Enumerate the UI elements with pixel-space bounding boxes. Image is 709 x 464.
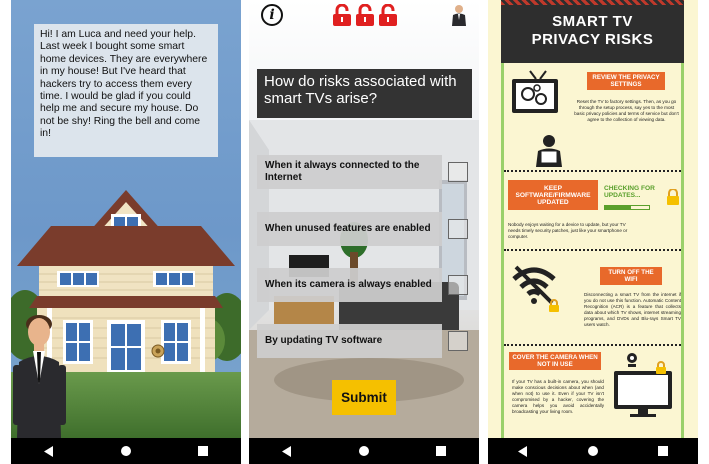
quiz-screen: i How do risks associated with smart TVs… [249, 0, 479, 464]
section-heading: REVIEW THE PRIVACY SETTINGS [587, 72, 665, 90]
section-text: Reset the TV to factory settings. Then, … [574, 99, 679, 122]
answer-label: When unused features are enabled [257, 212, 442, 246]
answer-label: By updating TV software [257, 324, 442, 358]
answer-option-4[interactable]: By updating TV software [257, 324, 471, 358]
answer-option-2[interactable]: When unused features are enabled [257, 212, 471, 246]
webcam-icon [627, 353, 637, 367]
answer-checkbox[interactable] [448, 219, 468, 239]
home-button[interactable] [115, 440, 137, 462]
submit-button[interactable]: Submit [332, 380, 396, 415]
infographic-body: REVIEW THE PRIVACY SETTINGS Reset the TV… [501, 63, 684, 438]
lock-icon [656, 361, 666, 374]
answer-checkbox[interactable] [448, 162, 468, 182]
section-heading: TURN OFF THE WIFI [600, 267, 662, 285]
avatar-icon[interactable] [452, 4, 466, 26]
android-nav-bar [11, 438, 241, 464]
section-text: If your TV has a built-in camera, you sh… [512, 379, 604, 414]
info-icon[interactable]: i [261, 4, 283, 26]
answer-option-1[interactable]: When it always connected to the Internet [257, 155, 471, 189]
android-nav-bar [249, 438, 479, 464]
section-heading: COVER THE CAMERA WHEN NOT IN USE [509, 352, 601, 370]
lock-icon [379, 4, 397, 26]
lock-icon [333, 4, 351, 26]
infographic-title-line2: PRIVACY RISKS [531, 31, 654, 48]
answer-label: When it always connected to the Internet [257, 155, 442, 189]
tv-settings-icon [512, 70, 558, 113]
section-heading: KEEP SOFTWARE/FIRMWARE UPDATED [508, 180, 598, 210]
answer-checkbox[interactable] [448, 275, 468, 295]
answer-label: When its camera is always enabled [257, 268, 442, 302]
lock-icon [356, 4, 374, 26]
update-progress-bar [604, 205, 650, 210]
section-text: Nobody enjoys waiting for a device to up… [508, 222, 628, 239]
home-button[interactable] [582, 440, 604, 462]
header-stripe [501, 0, 684, 5]
question-text: How do risks associated with smart TVs a… [257, 69, 472, 118]
tv-monitor-icon [614, 371, 672, 417]
intro-screen: Hi! I am Luca and need your help. Last w… [11, 0, 241, 464]
speech-bubble: Hi! I am Luca and need your help. Last w… [34, 24, 218, 157]
android-nav-bar [488, 438, 698, 464]
recents-button[interactable] [192, 440, 214, 462]
lock-icons [332, 4, 398, 26]
lock-icon [549, 299, 559, 312]
infographic-title-line1: SMART TV [552, 13, 633, 30]
person-reading-icon [536, 135, 562, 167]
infographic-header: SMART TV PRIVACY RISKS [501, 0, 684, 63]
back-button[interactable] [276, 440, 298, 462]
answer-checkbox[interactable] [448, 331, 468, 351]
back-button[interactable] [38, 440, 60, 462]
lock-icon [667, 189, 679, 205]
section-divider [504, 249, 681, 251]
home-button[interactable] [353, 440, 375, 462]
section-text: Disconnecting a smart TV from the intern… [584, 292, 681, 327]
section-divider [504, 170, 681, 172]
section-divider [504, 344, 681, 346]
recents-button[interactable] [430, 440, 452, 462]
update-badge: CHECKING FOR UPDATES... [604, 185, 655, 199]
recents-button[interactable] [652, 440, 674, 462]
infographic-screen: SMART TV PRIVACY RISKS REVIEW THE PRIVAC… [488, 0, 698, 464]
answer-option-3[interactable]: When its camera is always enabled [257, 268, 471, 302]
back-button[interactable] [512, 440, 534, 462]
luca-character [13, 315, 66, 438]
